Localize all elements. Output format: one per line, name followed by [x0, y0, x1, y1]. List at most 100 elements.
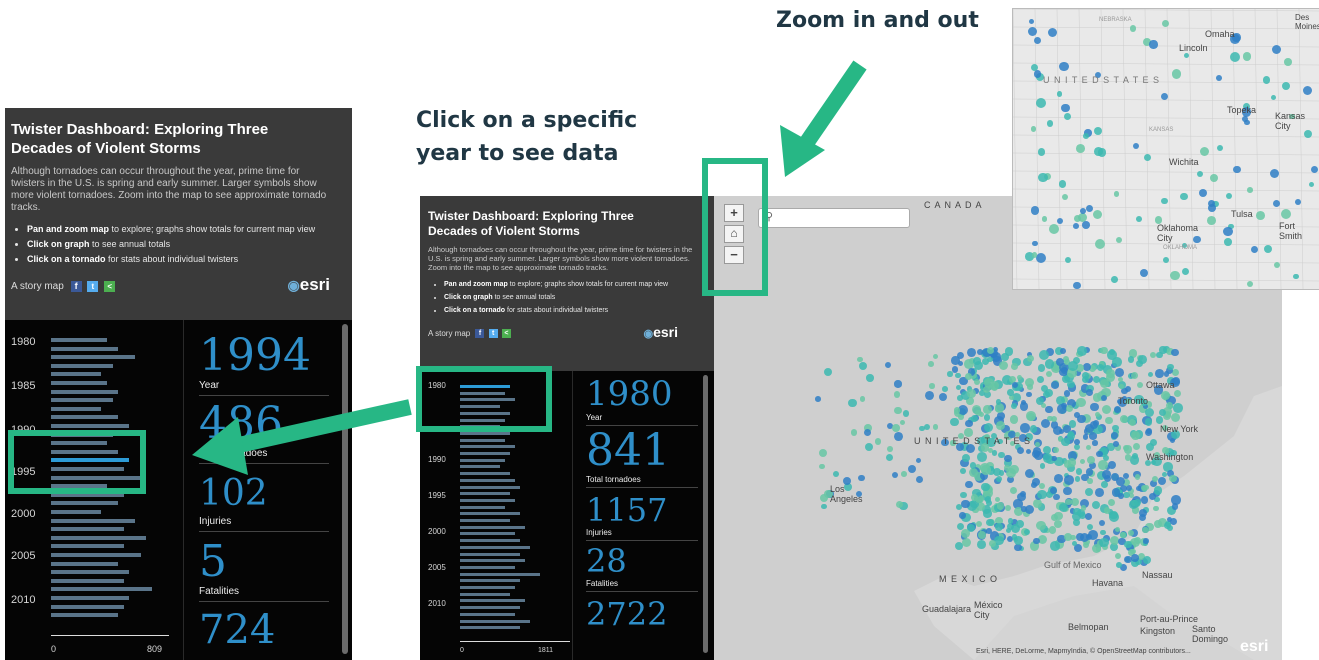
tornado-dot[interactable] — [1169, 474, 1177, 482]
tornado-dot[interactable] — [1014, 536, 1023, 546]
tornado-dot[interactable] — [1131, 431, 1140, 440]
tornado-dot[interactable] — [1061, 437, 1070, 446]
tornado-dot[interactable] — [1101, 481, 1108, 489]
tornado-dot[interactable] — [960, 467, 966, 474]
year-bar[interactable] — [460, 532, 515, 536]
year-bar[interactable] — [51, 406, 101, 411]
tornado-dot[interactable] — [894, 380, 902, 388]
tornado-dot[interactable] — [1169, 518, 1177, 526]
year-bar[interactable] — [51, 535, 146, 540]
tornado-dot[interactable] — [995, 399, 1001, 405]
year-bar[interactable] — [51, 363, 113, 368]
year-bar[interactable] — [460, 579, 520, 583]
tornado-dot[interactable] — [1273, 261, 1280, 268]
tornado-dot[interactable] — [1100, 346, 1108, 354]
year-bar[interactable] — [460, 498, 515, 502]
tornado-dot[interactable] — [1172, 403, 1183, 414]
tornado-dot[interactable] — [819, 494, 828, 503]
year-bar[interactable] — [51, 553, 141, 557]
tornado-dot[interactable] — [818, 463, 825, 470]
tornado-dot[interactable] — [1132, 142, 1139, 149]
tornado-dot[interactable] — [1123, 555, 1132, 564]
tornado-dot[interactable] — [833, 470, 840, 477]
tornado-dot[interactable] — [1026, 391, 1032, 398]
tornado-dot[interactable] — [1124, 454, 1132, 461]
tornado-dot[interactable] — [863, 429, 871, 437]
tornado-dot[interactable] — [1229, 51, 1240, 62]
tornado-dot[interactable] — [970, 494, 978, 501]
tornado-dot[interactable] — [1162, 257, 1169, 263]
tornado-dot[interactable] — [1154, 519, 1162, 528]
tornado-dot[interactable] — [977, 540, 986, 549]
tornado-dot[interactable] — [1087, 523, 1094, 530]
year-bar[interactable] — [460, 505, 505, 509]
tornado-dot[interactable] — [994, 496, 1000, 502]
year-bar[interactable] — [51, 346, 118, 351]
twitter-share-icon[interactable]: t — [488, 329, 498, 339]
year-bar[interactable] — [51, 372, 101, 377]
tornado-dot[interactable] — [1033, 537, 1040, 545]
tornado-dot[interactable] — [1047, 27, 1058, 38]
tornado-dot[interactable] — [1086, 204, 1094, 212]
year-bar[interactable] — [460, 472, 510, 476]
tornado-dot[interactable] — [1112, 441, 1119, 448]
tornado-dot[interactable] — [966, 347, 976, 357]
tornado-dot[interactable] — [967, 389, 976, 399]
tornado-dot[interactable] — [938, 393, 947, 402]
tornado-dot[interactable] — [996, 420, 1005, 430]
tornado-dot[interactable] — [1146, 427, 1152, 434]
year-bar[interactable] — [51, 424, 129, 428]
tornado-dot[interactable] — [1063, 390, 1071, 397]
tornado-dot[interactable] — [1019, 402, 1029, 411]
tornado-dot[interactable] — [964, 480, 973, 489]
tornado-dot[interactable] — [1081, 372, 1089, 380]
tornado-dot[interactable] — [942, 386, 948, 392]
tornado-dot[interactable] — [991, 450, 998, 456]
year-bar[interactable] — [460, 592, 510, 596]
year-bar[interactable] — [51, 570, 129, 575]
tornado-dot[interactable] — [1217, 144, 1224, 151]
left-scrollbar[interactable] — [342, 324, 348, 654]
tornado-dot[interactable] — [929, 383, 935, 389]
tornado-dot[interactable] — [1067, 458, 1077, 467]
tornado-dot[interactable] — [1142, 484, 1149, 491]
tornado-dot[interactable] — [1092, 375, 1100, 383]
tornado-dot[interactable] — [1172, 69, 1182, 79]
tornado-dot[interactable] — [983, 422, 993, 432]
tornado-dot[interactable] — [1170, 270, 1180, 280]
tornado-dot[interactable] — [864, 442, 873, 452]
tornado-dot[interactable] — [1036, 97, 1047, 108]
tornado-dot[interactable] — [1120, 532, 1126, 538]
tornado-dot[interactable] — [891, 472, 898, 479]
year-bar[interactable] — [460, 465, 500, 469]
tornado-dot[interactable] — [1052, 425, 1062, 435]
tornado-dot[interactable] — [1107, 461, 1116, 470]
year-bar[interactable] — [51, 381, 107, 385]
tornado-dot[interactable] — [1074, 476, 1081, 482]
facebook-share-icon[interactable]: f — [475, 329, 485, 339]
share-icon[interactable]: < — [104, 281, 116, 292]
tornado-dot[interactable] — [1037, 147, 1046, 156]
tornado-dot[interactable] — [1087, 530, 1098, 540]
tornado-dot[interactable] — [1131, 372, 1138, 380]
tornado-dot[interactable] — [1283, 57, 1292, 66]
tornado-dot[interactable] — [1011, 381, 1018, 388]
tornado-dot[interactable] — [992, 467, 1001, 476]
tornado-dot[interactable] — [1060, 347, 1066, 354]
search-box[interactable]: ⚲ — [758, 208, 910, 228]
year-bar[interactable] — [460, 606, 520, 610]
year-bar[interactable] — [460, 431, 510, 435]
tornado-dot[interactable] — [1130, 553, 1139, 562]
year-bar[interactable] — [460, 586, 515, 589]
tornado-dot[interactable] — [961, 453, 970, 462]
tornado-dot[interactable] — [1247, 187, 1253, 193]
tornado-dot[interactable] — [1100, 378, 1110, 388]
year-bar[interactable] — [51, 527, 124, 532]
tornado-dot[interactable] — [1010, 363, 1018, 371]
tornado-dot[interactable] — [1160, 92, 1168, 100]
tornado-dot[interactable] — [1085, 487, 1093, 496]
share-icon[interactable]: < — [501, 329, 511, 339]
tornado-dot[interactable] — [1085, 468, 1094, 476]
tornado-dot[interactable] — [1161, 390, 1170, 400]
tornado-dot[interactable] — [1155, 415, 1164, 424]
